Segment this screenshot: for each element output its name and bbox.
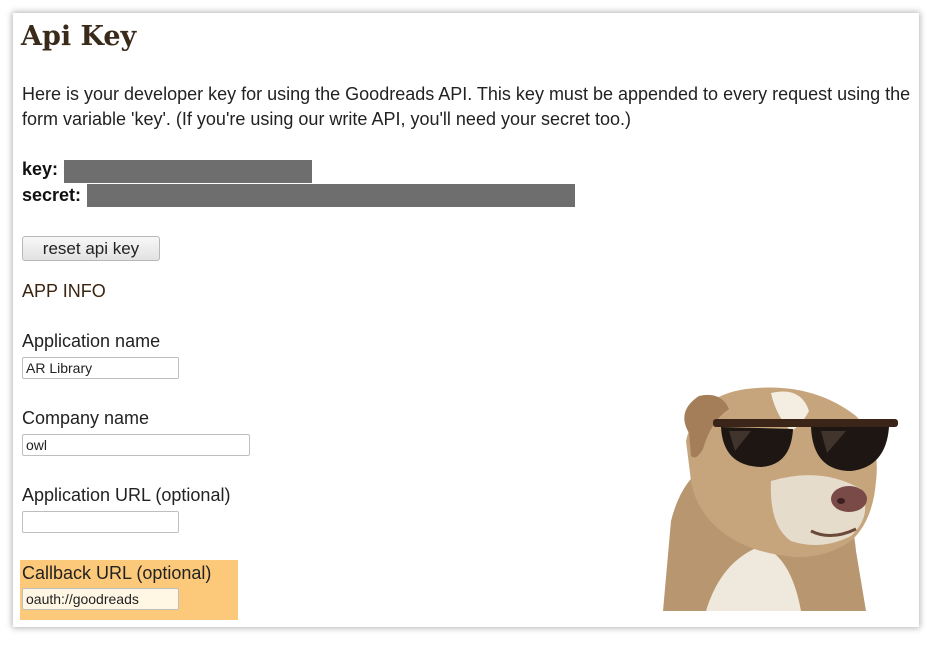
application-url-label: Application URL (optional) (22, 485, 231, 505)
api-key-panel: Api Key Here is your developer key for u… (13, 13, 919, 627)
dog-sunglasses-image (663, 387, 898, 611)
intro-text: Here is your developer key for using the… (22, 84, 911, 129)
application-url-input[interactable] (22, 511, 179, 533)
page-title: Api Key (21, 21, 137, 52)
app-info-heading: APP INFO (22, 281, 106, 301)
secret-label: secret: (22, 185, 82, 205)
company-name-label: Company name (22, 408, 150, 428)
company-name-input[interactable] (22, 434, 250, 456)
application-name-input[interactable] (22, 357, 179, 379)
key-redacted-value (64, 160, 312, 183)
reset-api-key-button[interactable]: reset api key (22, 236, 160, 261)
key-label: key: (22, 159, 59, 179)
application-name-label: Application name (22, 331, 161, 351)
callback-url-input[interactable] (22, 588, 179, 610)
secret-redacted-value (87, 184, 575, 207)
callback-url-label: Callback URL (optional) (22, 563, 212, 583)
